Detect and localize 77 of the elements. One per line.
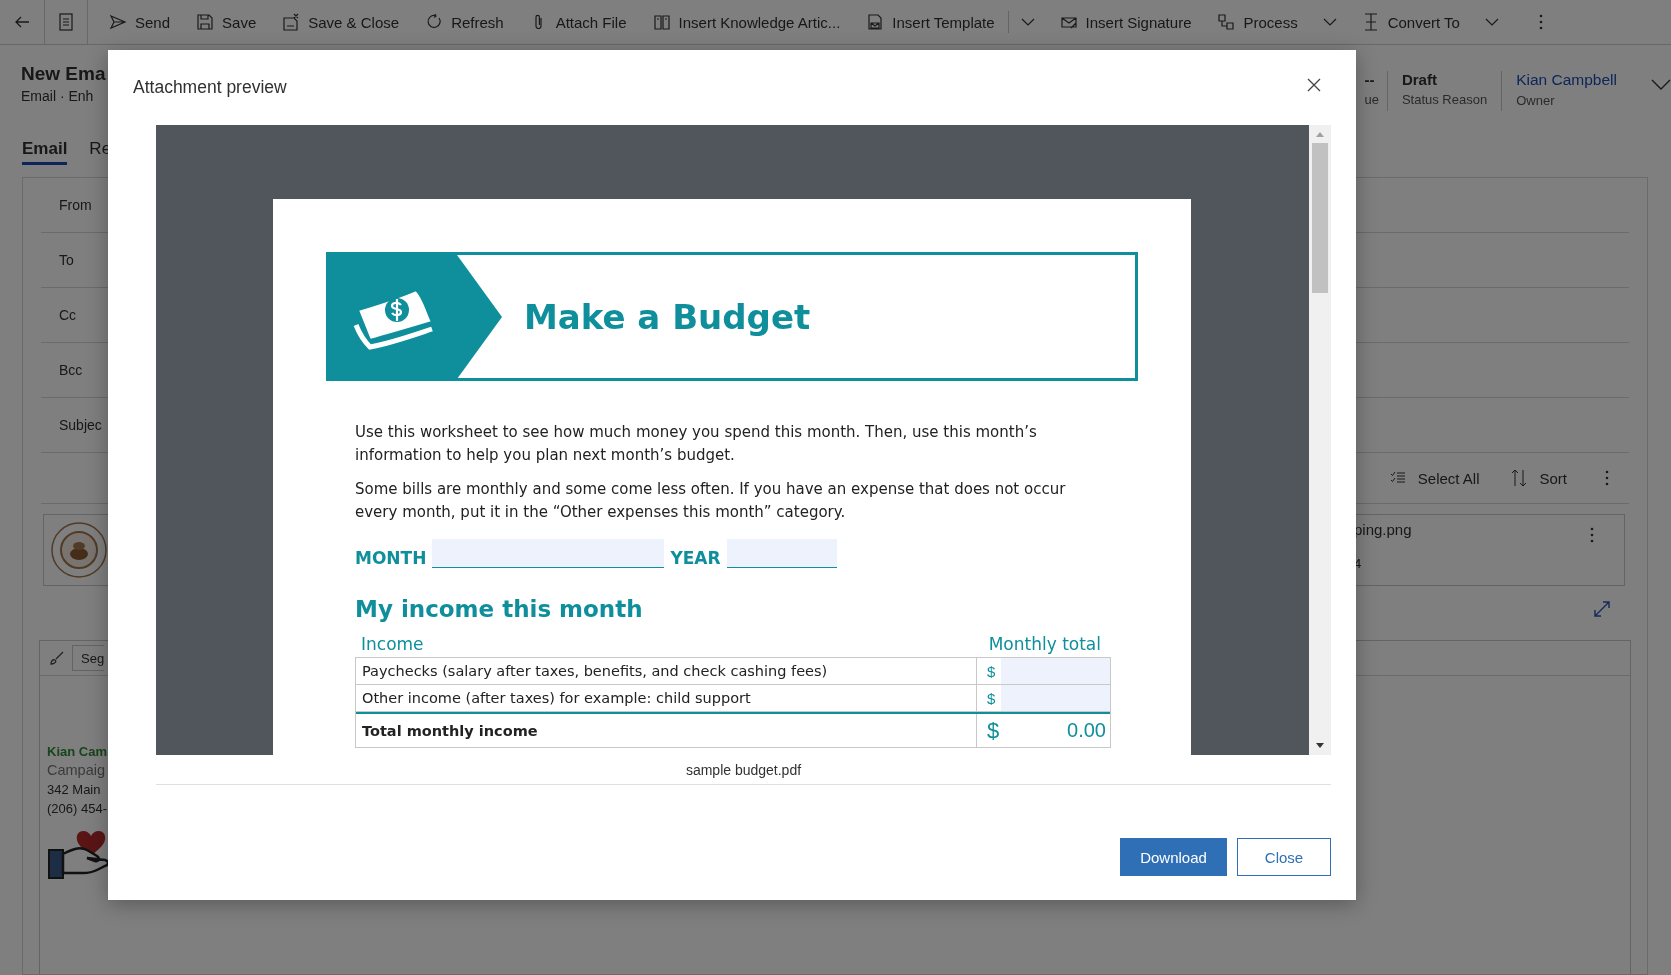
record-subtitle: Email · Enh bbox=[21, 88, 95, 104]
toolbar-button[interactable]: Save bbox=[183, 4, 270, 40]
scrollbar[interactable] bbox=[1309, 125, 1331, 755]
input-field[interactable] bbox=[1001, 658, 1110, 684]
column-header: Income bbox=[361, 634, 424, 654]
field-label: To bbox=[59, 252, 74, 268]
document-icon[interactable] bbox=[58, 13, 74, 31]
tab[interactable]: Email bbox=[22, 135, 68, 165]
header-field-value[interactable]: Kian Campbell bbox=[1516, 71, 1617, 89]
document-title: Make a Budget bbox=[524, 296, 811, 337]
close-icon[interactable] bbox=[1307, 77, 1321, 92]
close-button[interactable]: Close bbox=[1237, 838, 1331, 876]
download-button[interactable]: Download bbox=[1120, 838, 1227, 876]
save-icon bbox=[196, 13, 215, 31]
scroll-down-icon[interactable] bbox=[1315, 743, 1325, 749]
section-heading: My income this month bbox=[355, 596, 644, 622]
signature-address: 342 Main bbox=[47, 782, 101, 797]
chevron-down-icon[interactable] bbox=[1484, 17, 1499, 27]
dialog-title: Attachment preview bbox=[133, 77, 287, 98]
toolbar-button[interactable]: Process bbox=[1204, 4, 1311, 40]
field-label: From bbox=[59, 197, 92, 213]
save-close-icon bbox=[282, 13, 301, 31]
checklist-icon[interactable] bbox=[1389, 471, 1406, 485]
currency-sign: $ bbox=[987, 662, 996, 680]
signature-role: Campaig bbox=[47, 762, 106, 778]
toolbar-button[interactable]: Send bbox=[96, 4, 184, 40]
year-label: YEAR bbox=[670, 548, 721, 568]
column-header: Monthly total bbox=[988, 634, 1101, 654]
record-title: New Ema bbox=[21, 63, 106, 85]
header-field-value: Draft bbox=[1401, 71, 1438, 88]
toolbar-button[interactable]: Attach File bbox=[516, 4, 640, 40]
amount: 0.00 bbox=[1066, 719, 1107, 742]
field-label: Cc bbox=[59, 307, 77, 323]
header-field-label: ue bbox=[1364, 92, 1379, 107]
input-field[interactable] bbox=[432, 539, 665, 568]
sort-icon[interactable] bbox=[1511, 469, 1528, 487]
sort-button[interactable]: Sort bbox=[1539, 469, 1567, 487]
scrollbar-thumb[interactable] bbox=[1312, 143, 1328, 293]
file-name: sample budget.pdf bbox=[156, 755, 1331, 785]
expand-icon[interactable] bbox=[1593, 600, 1611, 618]
send-icon bbox=[109, 13, 127, 31]
more-icon[interactable] bbox=[1590, 527, 1594, 543]
input-field[interactable] bbox=[1001, 685, 1110, 711]
toolbar-button[interactable]: Insert Knowledge Artic... bbox=[639, 4, 854, 40]
chevron-down-icon[interactable] bbox=[1322, 17, 1337, 27]
book-icon bbox=[652, 13, 671, 31]
brush-icon[interactable] bbox=[50, 651, 64, 665]
toolbar-button[interactable]: Seg bbox=[72, 645, 105, 671]
currency-sign: $ bbox=[987, 689, 996, 707]
month-label: MONTH bbox=[355, 548, 427, 568]
table-cell: Paychecks (salary after taxes, benefits, and check cashing fees) bbox=[356, 658, 977, 684]
signature-phone: (206) 454- bbox=[47, 801, 107, 816]
more-icon[interactable] bbox=[1538, 14, 1543, 30]
header-field-value: -- bbox=[1364, 71, 1376, 88]
toolbar-button[interactable]: Convert To bbox=[1348, 4, 1473, 40]
toolbar-button[interactable]: Refresh bbox=[412, 4, 517, 40]
toolbar-button[interactable]: Save & Close bbox=[269, 4, 413, 40]
table-cell: Other income (after taxes) for example: child support bbox=[356, 685, 977, 711]
input-field[interactable] bbox=[726, 539, 837, 568]
toolbar-button[interactable]: Insert Signature bbox=[1046, 4, 1205, 40]
chevron-down-icon[interactable] bbox=[1651, 79, 1671, 91]
header-field-label: Status Reason bbox=[1401, 92, 1488, 107]
paragraph: Use this worksheet to see how much money you spend this month. Then, use this month’s information to help you plan next month’s budget. bbox=[355, 422, 1038, 466]
refresh-icon bbox=[425, 13, 444, 31]
chevron-down-icon[interactable] bbox=[1020, 17, 1035, 27]
field-label: Bcc bbox=[59, 362, 83, 378]
more-icon[interactable] bbox=[1605, 470, 1609, 486]
field-label: Subjec bbox=[59, 417, 102, 433]
currency-sign: $ bbox=[987, 717, 1000, 744]
template-icon bbox=[866, 13, 885, 31]
select-all-button[interactable]: Select All bbox=[1417, 469, 1480, 487]
toolbar-button[interactable]: Insert Template bbox=[853, 4, 1008, 40]
paragraph: Some bills are monthly and some come less often. If you have an expense that does not occur every month, put it in the “Other expenses this month” category. bbox=[355, 479, 1067, 523]
table-cell: Total monthly income bbox=[356, 714, 977, 747]
header-field-label: Owner bbox=[1516, 93, 1556, 108]
flowchart-icon bbox=[1217, 13, 1236, 31]
signature-name: Kian Cam bbox=[47, 744, 107, 759]
